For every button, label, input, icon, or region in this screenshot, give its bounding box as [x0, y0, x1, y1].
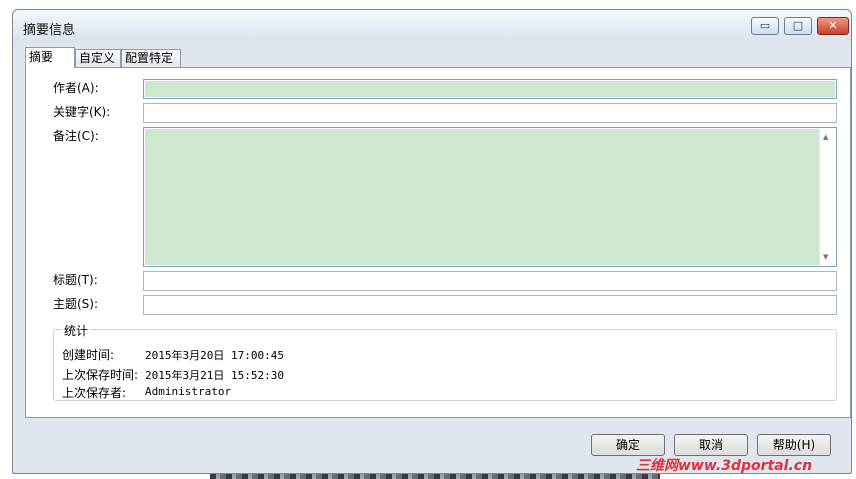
- maximize-button[interactable]: □: [784, 17, 812, 35]
- last-saved-by-label: 上次保存者:: [62, 386, 127, 400]
- scroll-up-arrow-icon[interactable]: ▲: [823, 133, 828, 141]
- window-title: 摘要信息: [23, 23, 76, 38]
- created-label: 创建时间:: [62, 348, 115, 362]
- subject-label: 主题(S):: [53, 297, 99, 311]
- last-saved-by-value: Administrator: [145, 385, 232, 398]
- last-saved-label: 上次保存时间:: [62, 368, 139, 382]
- last-saved-value: 2015年3月21日 15:52:30: [145, 369, 284, 382]
- summary-info-dialog: 摘要信息 ▭ □ ✕ 摘要 自定义 配置特定 作者(A): 关键字(K): 备注…: [12, 9, 852, 474]
- statistics-title: 统计: [62, 322, 91, 339]
- watermark: 三维网www.3dportal.cn: [636, 458, 813, 474]
- subject-field[interactable]: [143, 295, 837, 315]
- title-label: 标题(T):: [53, 273, 98, 287]
- close-button[interactable]: ✕: [817, 17, 849, 35]
- statistics-group: 统计 创建时间: 2015年3月20日 17:00:45 上次保存时间: 201…: [53, 322, 837, 401]
- cancel-button[interactable]: 取消: [674, 434, 748, 456]
- ok-button[interactable]: 确定: [591, 434, 665, 456]
- comments-scrollbar[interactable]: ▲ ▼: [819, 129, 835, 265]
- help-button[interactable]: 帮助(H): [757, 434, 831, 456]
- scroll-down-arrow-icon[interactable]: ▼: [823, 253, 828, 261]
- comments-label: 备注(C):: [53, 129, 99, 143]
- title-field[interactable]: [143, 271, 837, 291]
- minimize-button[interactable]: ▭: [751, 17, 779, 35]
- title-bar[interactable]: 摘要信息 ▭ □ ✕: [13, 10, 851, 42]
- keywords-field[interactable]: [143, 103, 837, 123]
- background-strip: [210, 474, 660, 479]
- comments-field[interactable]: ▲ ▼: [143, 127, 837, 267]
- tab-config-specific[interactable]: 配置特定: [121, 49, 181, 67]
- tab-summary[interactable]: 摘要: [25, 47, 75, 68]
- keywords-label: 关键字(K):: [53, 105, 111, 119]
- author-label: 作者(A):: [53, 81, 99, 95]
- author-field[interactable]: [143, 79, 837, 99]
- created-value: 2015年3月20日 17:00:45: [145, 349, 284, 362]
- tab-custom[interactable]: 自定义: [75, 49, 121, 67]
- summary-panel: 作者(A): 关键字(K): 备注(C): ▲ ▼ 标题(T): 主题(S): …: [25, 67, 851, 418]
